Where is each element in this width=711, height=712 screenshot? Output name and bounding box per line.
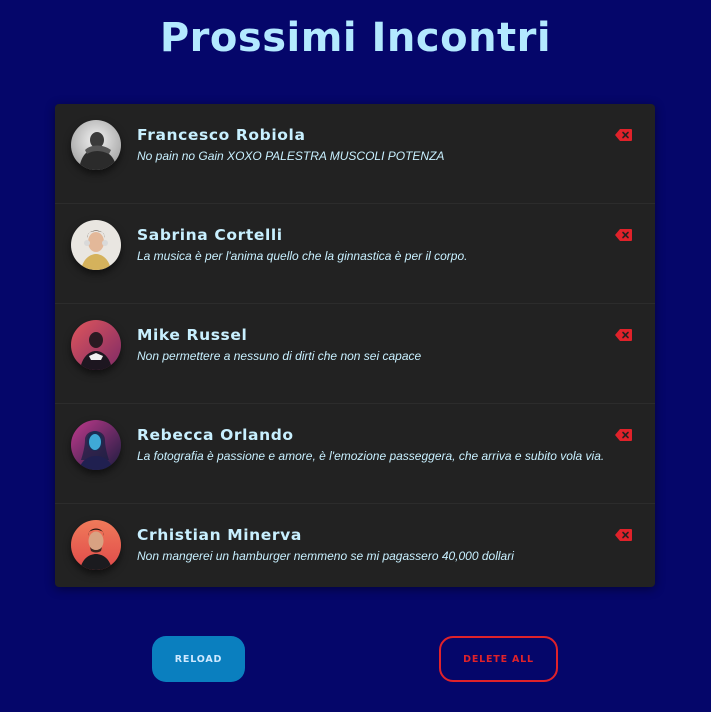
backspace-icon[interactable]: [615, 329, 632, 341]
page: Prossimi Incontri Francesco Robiola No p…: [0, 0, 711, 712]
list-item: Francesco Robiola No pain no Gain XOXO P…: [55, 104, 655, 204]
page-title: Prossimi Incontri: [159, 15, 552, 61]
backspace-icon[interactable]: [615, 429, 632, 441]
contact-list: Francesco Robiola No pain no Gain XOXO P…: [55, 104, 655, 587]
backspace-icon[interactable]: [615, 529, 632, 541]
reload-button[interactable]: RELOAD: [152, 636, 245, 682]
avatar-photo-man-grayscale: [71, 120, 121, 170]
list-item: Rebecca Orlando La fotografia è passione…: [55, 404, 655, 504]
avatar-photo-woman-headphones: [71, 220, 121, 270]
contact-name: Crhistian Minerva: [137, 526, 302, 544]
contact-name: Sabrina Cortelli: [137, 226, 283, 244]
avatar: [71, 220, 121, 270]
backspace-icon[interactable]: [615, 129, 632, 141]
list-item: Mike Russel Non permettere a nessuno di …: [55, 304, 655, 404]
contact-quote: La musica è per l'anima quello che la gi…: [137, 249, 468, 263]
contact-name: Mike Russel: [137, 326, 248, 344]
avatar: [71, 420, 121, 470]
contact-name: Francesco Robiola: [137, 126, 306, 144]
contact-name: Rebecca Orlando: [137, 426, 294, 444]
contact-quote: La fotografia è passione e amore, è l'em…: [137, 449, 605, 463]
avatar: [71, 320, 121, 370]
avatar-photo-man-neon: [71, 320, 121, 370]
contact-quote: No pain no Gain XOXO PALESTRA MUSCOLI PO…: [137, 149, 445, 163]
backspace-icon[interactable]: [615, 229, 632, 241]
list-item: Crhistian Minerva Non mangerei un hambur…: [55, 504, 655, 587]
delete-all-button[interactable]: DELETE ALL: [439, 636, 558, 682]
avatar: [71, 120, 121, 170]
list-item: Sabrina Cortelli La musica è per l'anima…: [55, 204, 655, 304]
contact-quote: Non mangerei un hamburger nemmeno se mi …: [137, 549, 514, 563]
avatar: [71, 520, 121, 570]
avatar-photo-woman-neon: [71, 420, 121, 470]
contact-quote: Non permettere a nessuno di dirti che no…: [137, 349, 422, 363]
avatar-photo-man-orange: [71, 520, 121, 570]
